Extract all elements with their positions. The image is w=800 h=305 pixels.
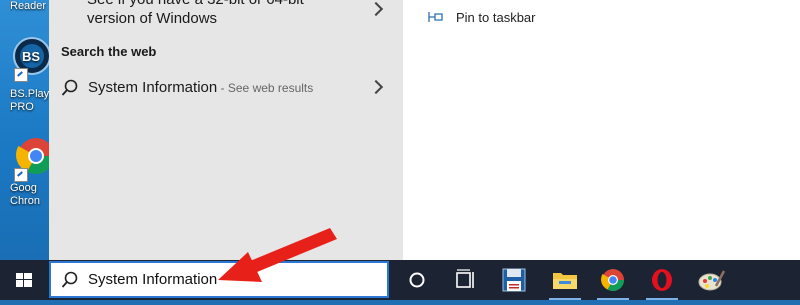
annotation-arrow-icon	[218, 228, 337, 282]
